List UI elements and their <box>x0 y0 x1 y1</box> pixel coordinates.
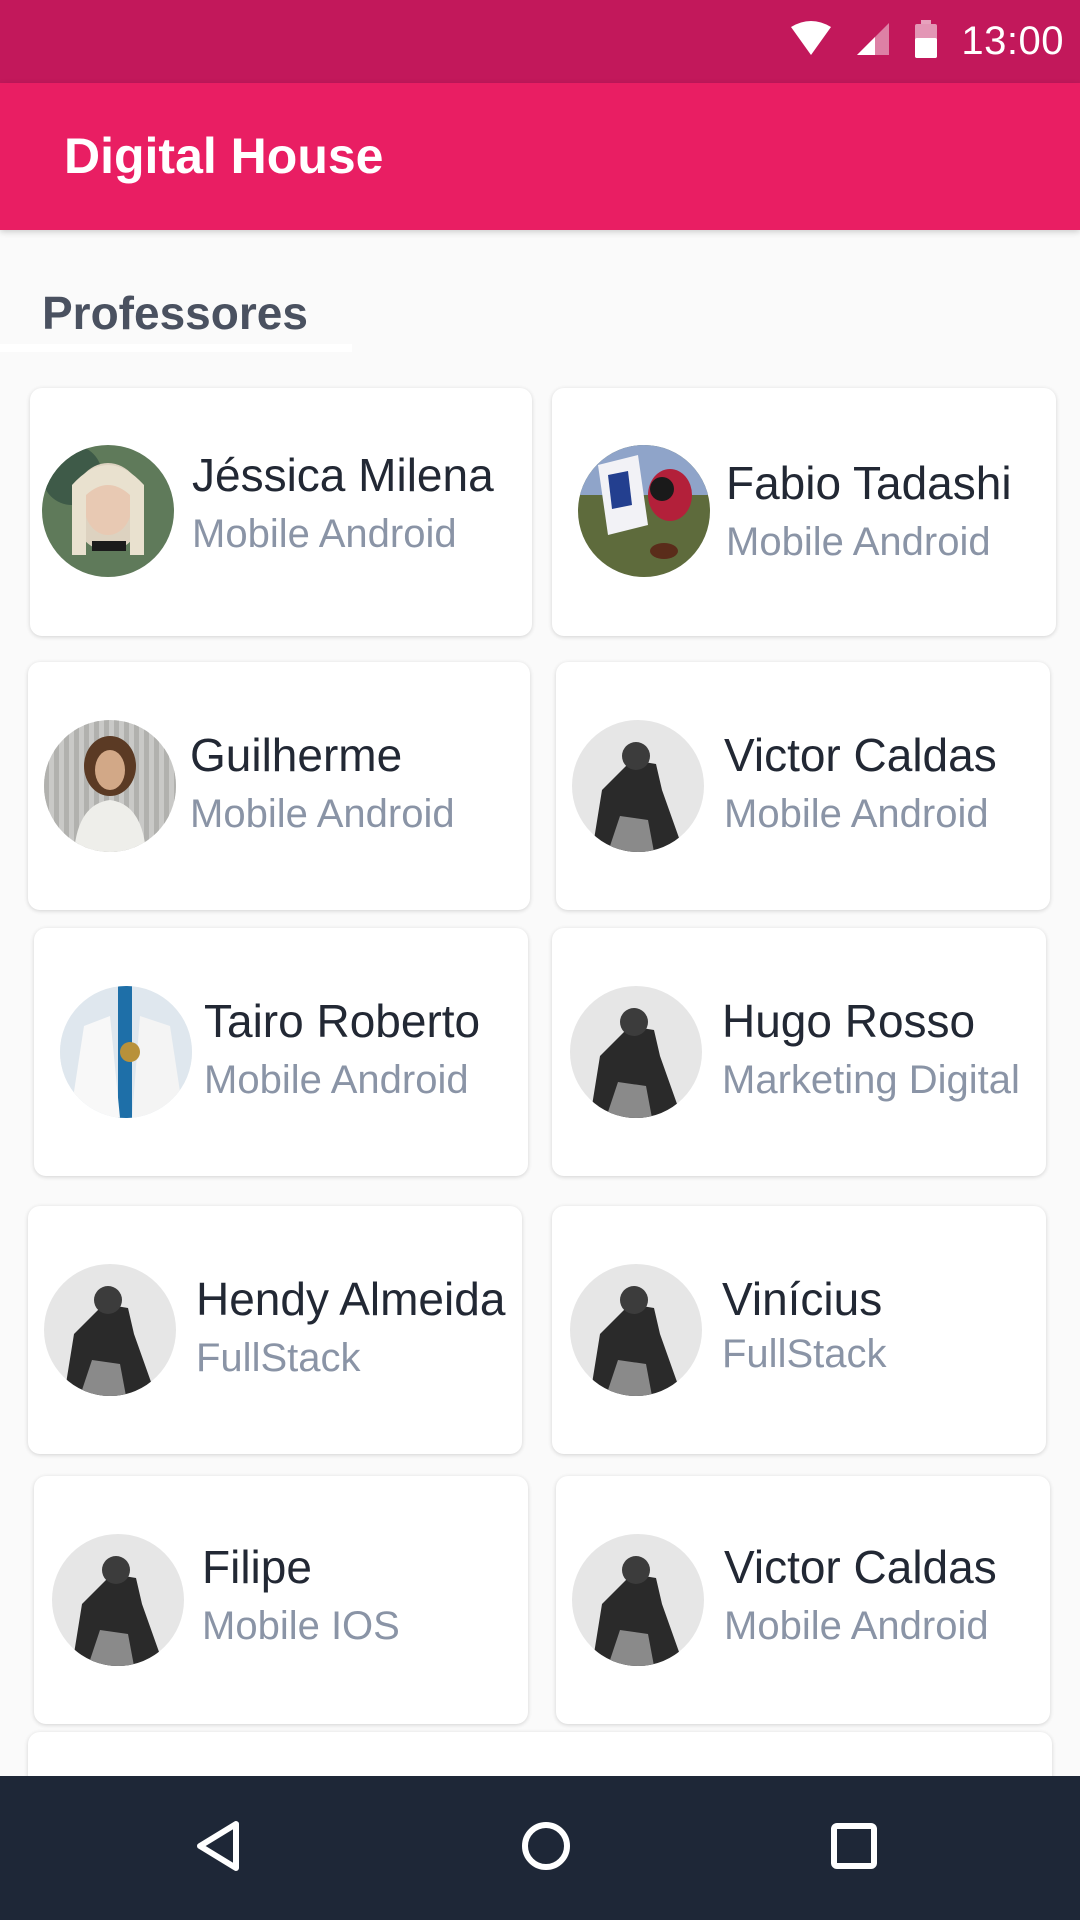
status-time: 13:00 <box>961 19 1064 63</box>
section-underline <box>0 344 352 352</box>
teacher-avatar <box>572 1534 704 1666</box>
back-button[interactable] <box>140 1776 300 1920</box>
teacher-card[interactable]: Tairo Roberto Mobile Android <box>34 928 528 1176</box>
teacher-name: Victor Caldas <box>724 729 997 781</box>
back-icon <box>192 1818 248 1879</box>
teacher-name: Hugo Rosso <box>722 995 976 1047</box>
teacher-card[interactable]: Hendy Almeida FullStack <box>28 1206 522 1454</box>
status-bar: 13:00 <box>0 0 1080 83</box>
teacher-card[interactable]: Victor Caldas Mobile Android <box>556 662 1050 910</box>
teacher-role: Mobile Android <box>190 792 455 836</box>
recents-button[interactable] <box>774 1776 934 1920</box>
section-title: Professores <box>42 287 308 339</box>
teacher-card[interactable]: Guilherme Mobile Android <box>28 662 530 910</box>
teacher-card[interactable]: Hugo Rosso Marketing Digital <box>552 928 1046 1176</box>
battery-icon <box>913 20 939 63</box>
teacher-role: FullStack <box>722 1332 887 1376</box>
home-button[interactable] <box>466 1776 626 1920</box>
teacher-name: Guilherme <box>190 729 403 781</box>
teacher-name: Tairo Roberto <box>204 995 481 1047</box>
wifi-icon <box>789 21 833 62</box>
teacher-role: Mobile IOS <box>202 1604 400 1648</box>
teacher-role: Mobile Android <box>726 520 991 564</box>
teacher-avatar <box>42 445 174 577</box>
teacher-avatar <box>570 986 702 1118</box>
teacher-name: Victor Caldas <box>724 1541 997 1593</box>
teacher-name: Jéssica Milena <box>192 449 494 501</box>
navigation-bar <box>0 1776 1080 1920</box>
teacher-role: FullStack <box>196 1336 361 1380</box>
teacher-name: Vinícius <box>722 1273 883 1325</box>
home-icon <box>518 1818 574 1879</box>
status-icons: 13:00 <box>789 0 1064 83</box>
teacher-name: Hendy Almeida <box>196 1273 506 1325</box>
recents-icon <box>826 1818 882 1879</box>
teacher-name: Fabio Tadashi <box>726 457 1012 509</box>
teacher-role: Mobile Android <box>724 1604 989 1648</box>
teacher-avatar <box>52 1534 184 1666</box>
teacher-avatar <box>60 986 192 1118</box>
signal-icon <box>855 21 891 62</box>
teacher-card[interactable]: Vinícius FullStack <box>552 1206 1046 1454</box>
teacher-role: Marketing Digital <box>722 1058 1020 1102</box>
teacher-avatar <box>44 720 176 852</box>
teacher-avatar <box>44 1264 176 1396</box>
teacher-role: Mobile Android <box>724 792 989 836</box>
teacher-card[interactable]: Victor Caldas Mobile Android <box>556 1476 1050 1724</box>
teacher-card[interactable]: Fabio Tadashi Mobile Android <box>552 388 1056 636</box>
teacher-card[interactable]: Jéssica Milena Mobile Android <box>30 388 532 636</box>
teacher-role: Mobile Android <box>204 1058 469 1102</box>
teacher-avatar <box>572 720 704 852</box>
teacher-role: Mobile Android <box>192 512 457 556</box>
teacher-avatar <box>570 1264 702 1396</box>
app-title: Digital House <box>64 128 384 184</box>
teacher-card[interactable]: Filipe Mobile IOS <box>34 1476 528 1724</box>
teacher-avatar <box>578 445 710 577</box>
teacher-name: Filipe <box>202 1541 312 1593</box>
app-bar: Digital House <box>0 83 1080 230</box>
